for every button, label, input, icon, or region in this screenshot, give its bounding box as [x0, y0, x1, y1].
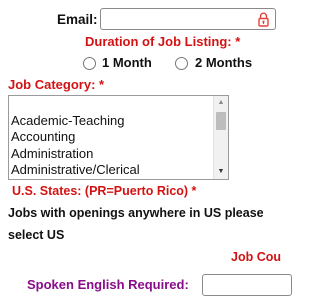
list-item[interactable]: Administration — [11, 146, 212, 162]
scroll-down-arrow-icon[interactable]: ▼ — [214, 165, 228, 179]
scroll-up-arrow-icon[interactable]: ▲ — [214, 96, 228, 110]
scrollbar-thumb[interactable] — [216, 112, 226, 130]
us-states-note-line1: Jobs with openings anywhere in US please — [8, 206, 264, 220]
us-states-label: U.S. States: (PR=Puerto Rico) * — [12, 184, 197, 198]
duration-2-months-radio[interactable] — [175, 57, 188, 70]
listbox-scrollbar[interactable]: ▲ ▼ — [213, 96, 228, 179]
job-category-listbox[interactable]: Academic-Teaching Accounting Administrat… — [8, 95, 229, 180]
list-item[interactable]: Accounting — [11, 129, 212, 145]
job-country-label: Job Cou — [231, 250, 281, 264]
list-item[interactable]: Academic-Teaching — [11, 113, 212, 129]
password-manager-lock-icon[interactable] — [258, 12, 269, 27]
duration-radio-group: 1 Month 2 Months — [0, 54, 288, 74]
email-input[interactable] — [100, 8, 276, 30]
us-states-note-line2: select US — [8, 228, 65, 242]
duration-2-months-label[interactable]: 2 Months — [195, 55, 252, 70]
email-label: Email: — [57, 12, 98, 27]
list-item[interactable]: Administrative/Clerical — [11, 162, 212, 178]
job-category-label: Job Category: * — [8, 77, 105, 92]
duration-label: Duration of Job Listing: * — [85, 34, 241, 49]
duration-1-month-label[interactable]: 1 Month — [102, 55, 152, 70]
spoken-english-select[interactable] — [202, 274, 292, 296]
spoken-english-label: Spoken English Required: — [27, 277, 189, 292]
job-category-options: Academic-Teaching Accounting Administrat… — [11, 113, 212, 178]
duration-1-month-radio[interactable] — [83, 57, 96, 70]
